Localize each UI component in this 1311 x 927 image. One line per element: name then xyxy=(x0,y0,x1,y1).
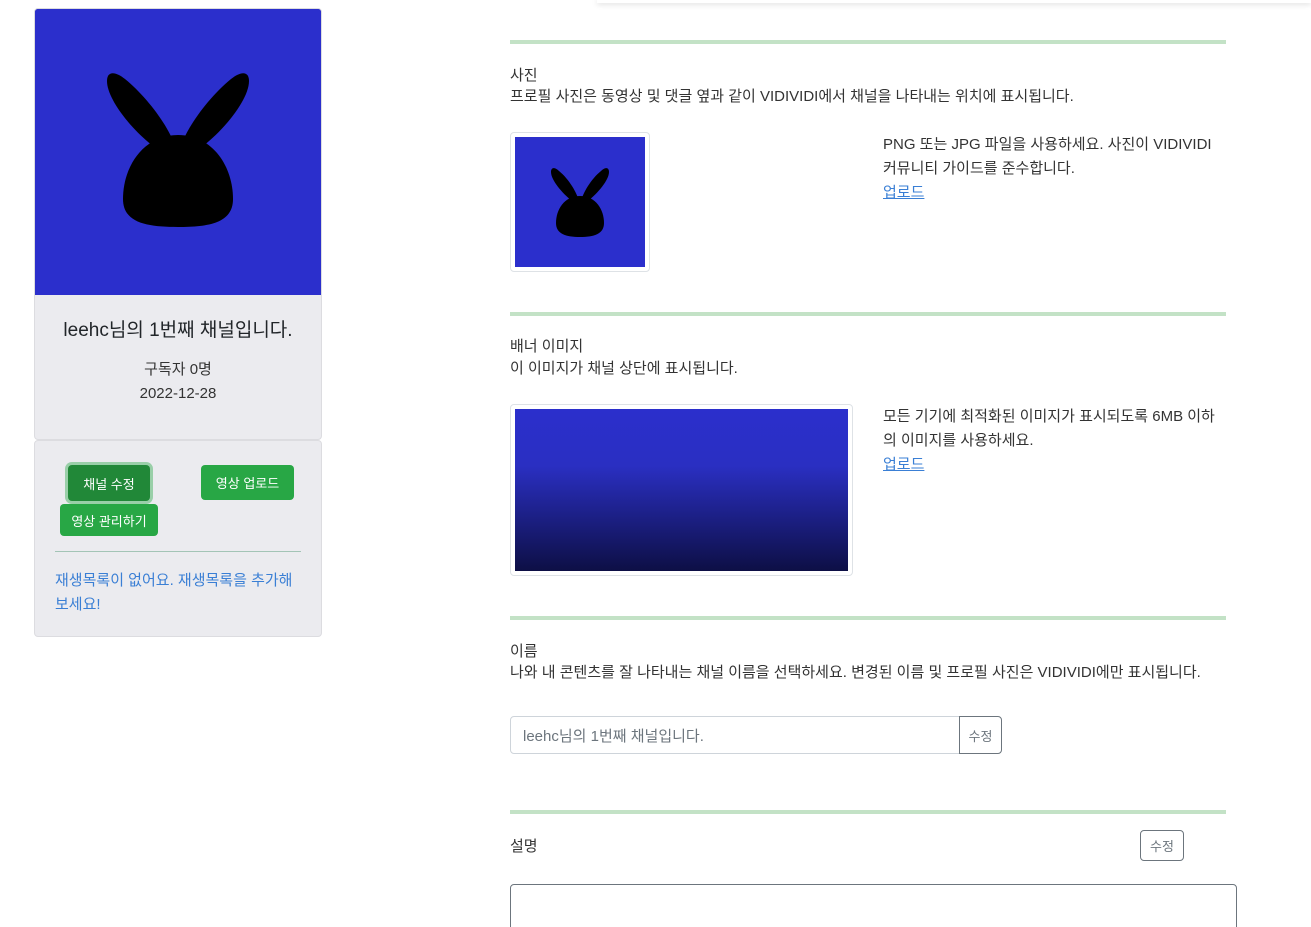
card-divider xyxy=(55,551,301,552)
profile-photo-preview xyxy=(510,132,650,272)
photo-hint-text: PNG 또는 JPG 파일을 사용하세요. 사진이 VIDIVIDI 커뮤니티 … xyxy=(883,136,1212,177)
edit-channel-button[interactable]: 채널 수정 xyxy=(68,465,150,501)
channel-actions-card: 채널 수정 영상 업로드 영상 관리하기 재생목록이 없어요. 재생목록을 추가… xyxy=(34,440,322,637)
channel-title: leehc님의 1번째 채널입니다. xyxy=(63,320,293,341)
subscriber-count: 구독자 0명 xyxy=(144,361,212,378)
channel-avatar-image xyxy=(35,9,321,295)
channel-stats: 구독자 0명 2022-12-28 xyxy=(35,358,321,406)
manage-videos-button[interactable]: 영상 관리하기 xyxy=(60,504,158,536)
section-divider xyxy=(510,40,1226,44)
section-divider xyxy=(510,810,1226,814)
section-divider xyxy=(510,616,1226,620)
photo-upload-link[interactable]: 업로드 xyxy=(883,181,1228,205)
photo-section-label: 사진 xyxy=(510,67,538,84)
banner-preview xyxy=(510,404,853,576)
name-section-label: 이름 xyxy=(510,643,538,660)
banner-upload-link[interactable]: 업로드 xyxy=(883,453,1228,477)
description-section-label: 설명 xyxy=(510,838,538,855)
banner-section-description: 이 이미지가 채널 상단에 표시됩니다. xyxy=(510,360,738,377)
banner-hint: 모든 기기에 최적화된 이미지가 표시되도록 6MB 이하의 이미지를 사용하세… xyxy=(883,405,1228,477)
description-edit-button[interactable]: 수정 xyxy=(1140,830,1184,861)
photo-hint: PNG 또는 JPG 파일을 사용하세요. 사진이 VIDIVIDI 커뮤니티 … xyxy=(883,133,1228,205)
photo-section-description: 프로필 사진은 동영상 및 댓글 옆과 같이 VIDIVIDI에서 채널을 나타… xyxy=(510,88,1074,105)
top-dropdown-shadow xyxy=(597,0,1311,3)
name-edit-button[interactable]: 수정 xyxy=(959,716,1002,754)
banner-hint-text: 모든 기기에 최적화된 이미지가 표시되도록 6MB 이하의 이미지를 사용하세… xyxy=(883,408,1215,449)
section-divider xyxy=(510,312,1226,316)
name-section-description: 나와 내 콘텐츠를 잘 나타내는 채널 이름을 선택하세요. 변경된 이름 및 … xyxy=(510,664,1201,681)
add-playlist-link[interactable]: 재생목록이 없어요. 재생목록을 추가해보세요! xyxy=(55,569,305,617)
description-textarea[interactable] xyxy=(510,884,1237,927)
upload-video-button[interactable]: 영상 업로드 xyxy=(201,465,294,500)
profile-photo-image xyxy=(515,137,645,267)
channel-card: leehc님의 1번째 채널입니다. 구독자 0명 2022-12-28 xyxy=(34,8,322,440)
banner-section-label: 배너 이미지 xyxy=(510,338,584,355)
channel-name-input[interactable]: leehc님의 1번째 채널입니다. xyxy=(510,716,960,754)
channel-created-date: 2022-12-28 xyxy=(139,385,217,402)
banner-image xyxy=(515,409,848,571)
